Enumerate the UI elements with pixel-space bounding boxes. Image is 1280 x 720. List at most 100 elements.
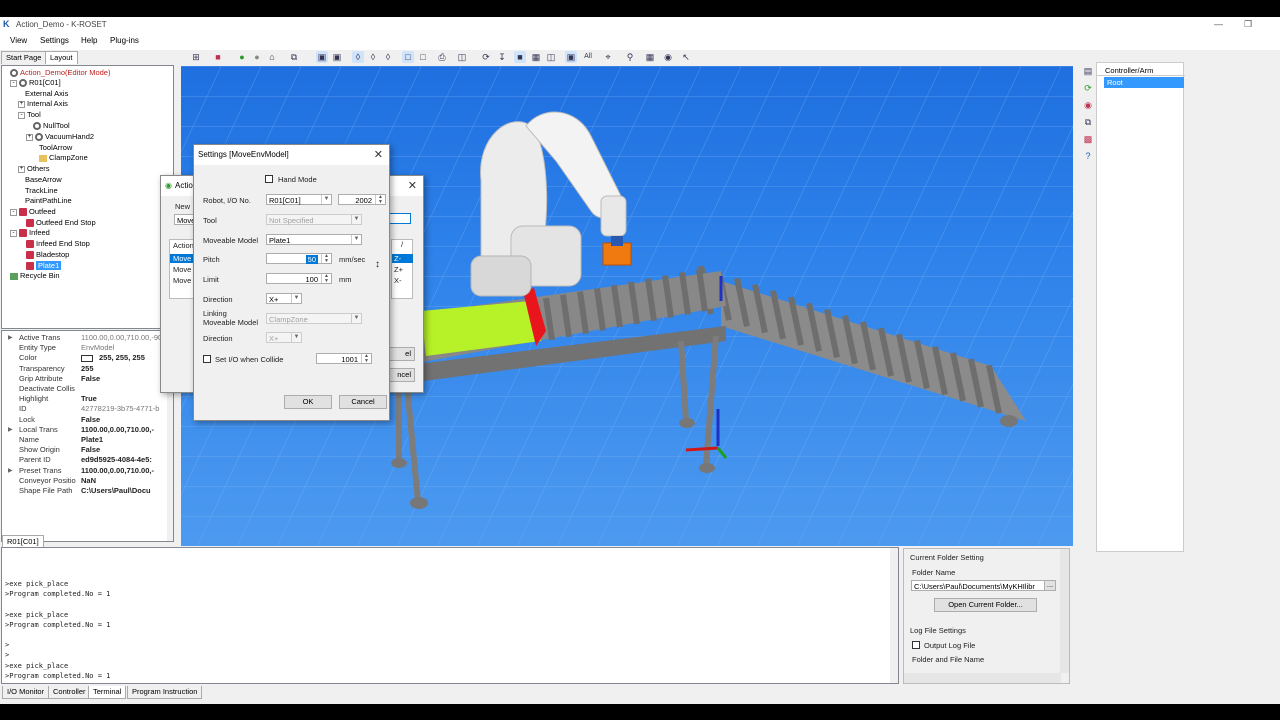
limit-spinner[interactable]: 100 ▲ ▼ xyxy=(266,273,332,284)
grid-view-icon[interactable]: ▦ xyxy=(530,51,542,63)
axis-item[interactable]: X- xyxy=(394,276,402,285)
axis-list[interactable]: / Z- Z+ X- xyxy=(391,239,413,299)
direction-select[interactable]: X+ ▼ xyxy=(266,293,302,304)
linking-model-select[interactable]: ClampZone ▼ xyxy=(266,313,362,324)
property-row[interactable]: Conveyor Positio NaN xyxy=(2,476,167,486)
property-row[interactable]: Parent ID ed9d5925-4084-4e5: xyxy=(2,455,167,465)
property-row[interactable]: ▶ Preset Trans 1100.00,0.00,710.00,- xyxy=(2,466,167,476)
action-list-item[interactable]: Move xyxy=(173,276,191,285)
tree-root[interactable]: Action_Demo(Editor Mode) xyxy=(10,68,110,78)
menu-plugins[interactable]: Plug-ins xyxy=(110,36,139,45)
tree-item-recycle-bin[interactable]: Recycle Bin xyxy=(10,271,60,281)
view-iso-icon[interactable]: ◊ xyxy=(352,51,364,63)
tree-item-plate1[interactable]: Plate1 xyxy=(26,261,62,271)
open-folder-button[interactable]: Open Current Folder... xyxy=(934,598,1037,612)
all-label[interactable]: All xyxy=(581,51,595,63)
sync-icon[interactable]: ⟳ xyxy=(1082,82,1094,94)
tree-item-others[interactable]: + Others xyxy=(18,164,50,174)
collapse-icon[interactable]: - xyxy=(10,79,17,87)
property-row[interactable]: Entity Type EnvModel xyxy=(2,343,167,353)
property-row[interactable]: Show Origin False xyxy=(2,445,167,455)
robot-select[interactable]: R01[C01] ▼ xyxy=(266,194,332,205)
property-row[interactable]: ▶ Local Trans 1100.00,0.00,710.00,- xyxy=(2,425,167,435)
save-view-icon[interactable]: ⎙ xyxy=(436,51,448,63)
property-row[interactable]: Transparency 255 xyxy=(2,364,167,374)
property-row[interactable]: Deactivate Collis xyxy=(2,384,167,394)
tree-item-bladestop[interactable]: Bladestop xyxy=(26,250,69,260)
view-front-icon[interactable]: ▣ xyxy=(316,51,328,63)
spinner-arrows-icon[interactable]: ▲ ▼ xyxy=(375,195,385,204)
tree-item-external-axis[interactable]: External Axis xyxy=(25,89,68,99)
direction2-select[interactable]: X+ ▼ xyxy=(266,332,302,343)
tree-item-infeed-end-stop[interactable]: Infeed End Stop xyxy=(26,239,90,249)
color-swatch[interactable] xyxy=(81,354,93,362)
collapse-icon[interactable]: - xyxy=(18,111,25,119)
property-row[interactable]: Lock False xyxy=(2,415,167,425)
tab-terminal[interactable]: Terminal xyxy=(88,686,127,699)
fit-icon[interactable]: □ xyxy=(417,51,429,63)
help-icon[interactable]: ? xyxy=(1082,150,1094,162)
home-icon[interactable]: ⌂ xyxy=(266,51,278,63)
set-io-spinner[interactable]: 1001 ▲ ▼ xyxy=(316,353,372,364)
tree-item-internal-axis[interactable]: + Internal Axis xyxy=(18,99,68,109)
robot-add-icon[interactable]: ◉ xyxy=(1082,99,1094,111)
frame-icon[interactable]: □ xyxy=(402,51,414,63)
columns-icon[interactable]: ◫ xyxy=(545,51,557,63)
terminal-output[interactable]: >exe pick_place >Program completed.No = 1… xyxy=(1,547,899,684)
collapse-icon[interactable]: - xyxy=(10,208,17,216)
model-icon[interactable]: ■ xyxy=(212,51,224,63)
moveable-model-select[interactable]: Plate1 ▼ xyxy=(266,234,362,245)
solid-icon[interactable]: ■ xyxy=(514,51,526,63)
expand-icon[interactable]: + xyxy=(26,133,33,141)
action-list-item[interactable]: Move xyxy=(173,265,191,274)
hand-mode-checkbox[interactable] xyxy=(265,175,273,183)
menu-settings[interactable]: Settings xyxy=(40,36,69,45)
controller-icon[interactable]: ▤ xyxy=(1082,65,1094,77)
tool-select[interactable]: Not Specified ▼ xyxy=(266,214,362,225)
browse-button[interactable]: ... xyxy=(1044,580,1056,591)
property-row[interactable]: Grip Attribute False xyxy=(2,374,167,384)
minimize-icon[interactable]: — xyxy=(1214,19,1223,29)
zoom-icon[interactable]: ⚲ xyxy=(624,51,636,63)
view-side-icon[interactable]: ◊ xyxy=(367,51,379,63)
menu-view[interactable]: View xyxy=(10,36,27,45)
folder-path-field[interactable]: C:\Users\Paul\Documents\MyKHIlibr xyxy=(911,580,1046,591)
cursor-icon[interactable]: ↖ xyxy=(680,51,692,63)
spinner-arrows-icon[interactable]: ▲ ▼ xyxy=(321,254,331,263)
tree-item-nulltool[interactable]: NullTool xyxy=(33,121,70,131)
tree-item-robot[interactable]: - R01[C01] xyxy=(10,78,61,88)
expand-icon[interactable]: + xyxy=(18,100,25,108)
view-back-icon[interactable]: ▣ xyxy=(331,51,343,63)
tree-item-tool[interactable]: - Tool xyxy=(18,110,41,120)
spinner-arrows-icon[interactable]: ▲ ▼ xyxy=(321,274,331,283)
view-top-icon[interactable]: ◊ xyxy=(382,51,394,63)
controller-root[interactable]: Root xyxy=(1104,77,1184,88)
tree-item-paintpathline[interactable]: PaintPathLine xyxy=(25,196,72,206)
tree-item-outfeed[interactable]: - Outfeed xyxy=(10,207,56,217)
tree-item-vacuumhand[interactable]: + VacuumHand2 xyxy=(26,132,94,142)
tab-layout[interactable]: Layout xyxy=(45,51,78,64)
spinner-arrows-icon[interactable]: ▲ ▼ xyxy=(361,354,371,363)
copy-controller-icon[interactable]: ⧉ xyxy=(1082,116,1094,128)
expand-arrow-icon[interactable]: ▶ xyxy=(8,466,13,476)
ok-button[interactable]: OK xyxy=(284,395,332,409)
close-icon[interactable]: ✕ xyxy=(374,148,383,161)
play-icon[interactable]: ● xyxy=(236,51,248,63)
tab-program-instruction[interactable]: Program Instruction xyxy=(127,686,203,699)
set-io-checkbox[interactable] xyxy=(203,355,211,363)
tree-item-outfeed-end-stop[interactable]: Outfeed End Stop xyxy=(26,218,96,228)
output-log-checkbox[interactable] xyxy=(912,641,920,649)
tab-controller[interactable]: Controller xyxy=(48,686,91,699)
property-row[interactable]: Name Plate1 xyxy=(2,435,167,445)
select-all-icon[interactable]: ▣ xyxy=(565,51,577,63)
copy-icon[interactable]: ⧉ xyxy=(288,51,300,63)
terminal-scrollbar[interactable] xyxy=(890,548,898,683)
property-row[interactable]: Highlight True xyxy=(2,394,167,404)
action-field-2[interactable] xyxy=(389,213,411,224)
axis-item[interactable]: Z+ xyxy=(394,265,403,274)
property-row[interactable]: Shape File Path C:\Users\Paul\Docu xyxy=(2,486,167,496)
expand-arrow-icon[interactable]: ▶ xyxy=(8,333,13,343)
pointer-tool-icon[interactable]: ⊞ xyxy=(190,51,202,63)
tree-item-trackline[interactable]: TrackLine xyxy=(25,186,58,196)
property-row[interactable]: ID 42778219-3b75-4771-b xyxy=(2,404,167,414)
